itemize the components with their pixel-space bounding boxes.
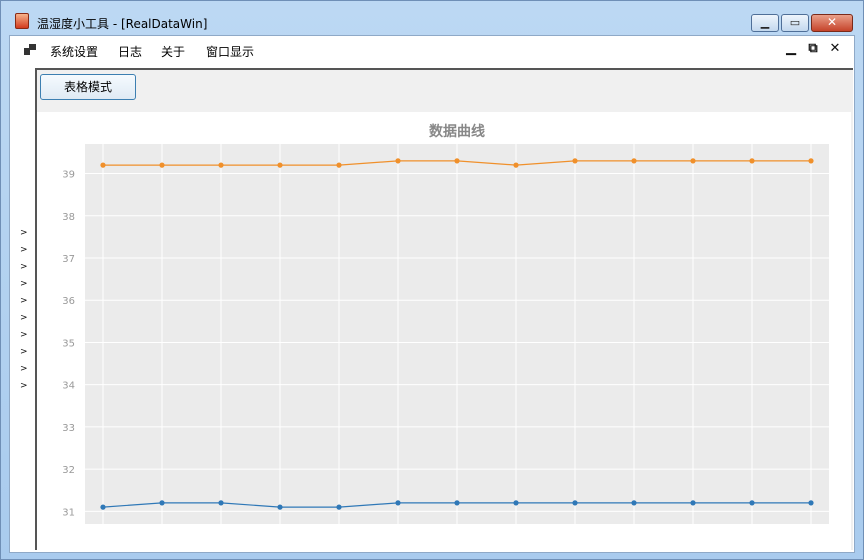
data-point[interactable] [159,162,165,168]
table-mode-button[interactable]: 表格模式 [40,74,136,100]
close-icon: ✕ [826,15,838,29]
client-area: 系统设置 日志 关于 窗口显示 ▁ ⧉ ✕ > > > > > > > > > … [9,35,855,553]
y-tick-label: 36 [62,296,75,307]
y-tick-label: 38 [62,212,75,223]
data-point[interactable] [336,504,342,510]
data-point[interactable] [808,500,814,506]
expand-arrow-icon[interactable]: > [20,347,28,357]
maximize-icon: ▭ [789,16,801,29]
y-tick-label: 35 [62,338,75,349]
y-tick-label: 31 [62,507,75,518]
y-tick-label: 39 [62,170,75,181]
window-title: 温湿度小工具 - [RealDataWin] [37,17,208,31]
close-button[interactable]: ✕ [811,14,853,32]
expand-arrow-icon[interactable]: > [20,364,28,374]
data-point[interactable] [690,500,696,506]
y-tick-label: 37 [62,254,75,265]
expand-arrow-icon[interactable]: > [20,262,28,272]
y-tick-label: 32 [62,465,75,476]
y-tick-label: 34 [62,381,75,392]
expand-arrow-icon[interactable]: > [20,296,28,306]
data-point[interactable] [631,158,637,164]
data-point[interactable] [395,158,401,164]
data-point[interactable] [395,500,401,506]
data-point[interactable] [454,158,460,164]
app-icon [15,13,29,29]
data-point[interactable] [100,504,106,510]
mdi-window-icon[interactable] [24,44,36,55]
expand-arrow-icon[interactable]: > [20,330,28,340]
data-point[interactable] [336,162,342,168]
data-point[interactable] [572,158,578,164]
mdi-close-button[interactable]: ✕ [824,40,846,58]
data-point[interactable] [808,158,814,164]
data-point[interactable] [159,500,165,506]
chart-panel: 数据曲线 31 32 33 34 35 36 37 38 39 [37,112,851,550]
minimize-button[interactable]: ▁ [751,14,779,32]
data-point[interactable] [277,162,283,168]
watermark: @稀土掘金技术社区 [694,528,847,548]
data-point[interactable] [277,504,283,510]
title-bar[interactable]: 温湿度小工具 - [RealDataWin] ▁ ▭ ✕ [1,1,863,35]
minimize-icon: ▁ [760,16,770,29]
data-point[interactable] [631,500,637,506]
data-point[interactable] [218,162,224,168]
data-point[interactable] [100,162,106,168]
expand-arrow-icon[interactable]: > [20,313,28,323]
chart-title: 数据曲线 [429,123,485,140]
expand-arrow-icon[interactable]: > [20,228,28,238]
menu-about[interactable]: 关于 [161,43,185,60]
expand-arrow-icon[interactable]: > [20,381,28,391]
maximize-button[interactable]: ▭ [781,14,809,32]
data-point[interactable] [749,500,755,506]
side-nav-strip: > > > > > > > > > > [10,64,34,552]
menu-log[interactable]: 日志 [118,43,142,60]
menu-bar: 系统设置 日志 关于 窗口显示 ▁ ⧉ ✕ [10,36,854,64]
data-point[interactable] [218,500,224,506]
app-window: 温湿度小工具 - [RealDataWin] ▁ ▭ ✕ 系统设置 日志 关于 … [0,0,864,560]
line-chart: 数据曲线 31 32 33 34 35 36 37 38 39 [62,123,829,524]
data-point[interactable] [690,158,696,164]
mdi-controls: ▁ ⧉ ✕ [780,40,846,58]
mdi-minimize-button[interactable]: ▁ [780,40,802,58]
real-data-window: 表格模式 数据曲线 31 32 33 34 35 36 37 38 39 [35,68,853,550]
expand-arrow-icon[interactable]: > [20,279,28,289]
mdi-restore-button[interactable]: ⧉ [802,40,824,58]
menu-window-display[interactable]: 窗口显示 [206,43,254,60]
data-point[interactable] [513,162,519,168]
data-point[interactable] [454,500,460,506]
data-point[interactable] [572,500,578,506]
menu-system-settings[interactable]: 系统设置 [50,43,98,60]
window-controls: ▁ ▭ ✕ [749,14,853,32]
data-point[interactable] [749,158,755,164]
y-tick-label: 33 [62,423,75,434]
expand-arrow-icon[interactable]: > [20,245,28,255]
data-point[interactable] [513,500,519,506]
